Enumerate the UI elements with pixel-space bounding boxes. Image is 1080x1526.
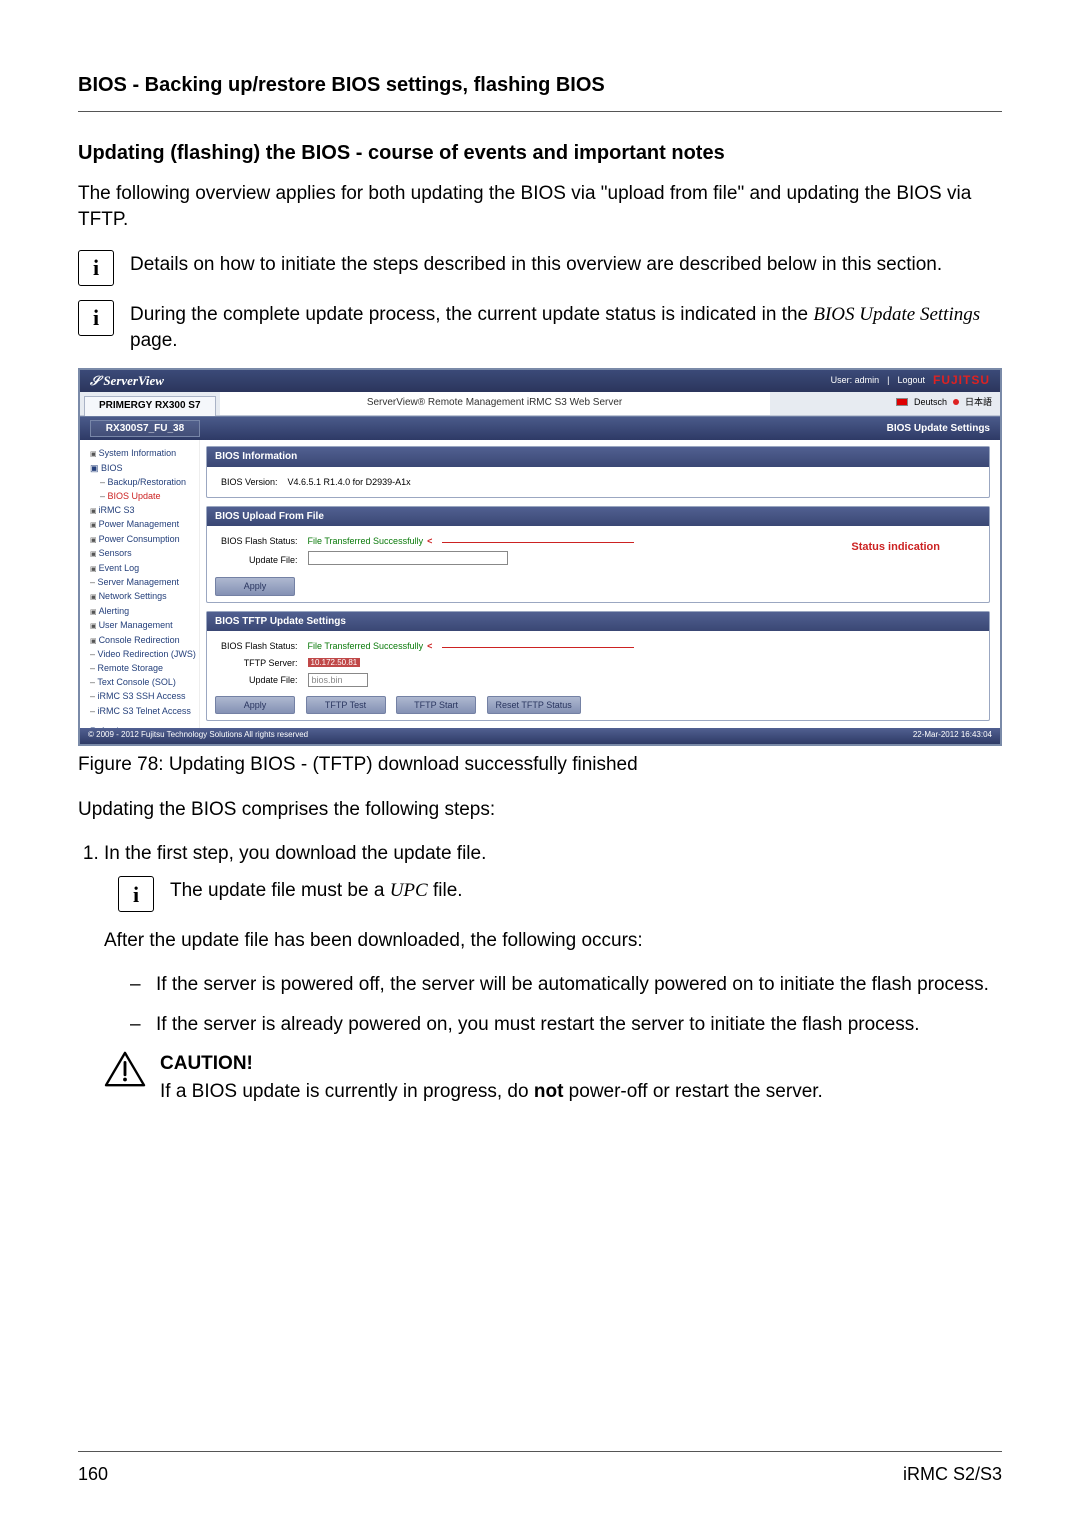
nav-telnet[interactable]: iRMC S3 Telnet Access <box>84 704 195 718</box>
nav-irmc[interactable]: iRMC S3 <box>84 503 195 517</box>
tftp-start-button[interactable]: TFTP Start <box>396 696 476 714</box>
lang-jp[interactable]: 日本語 <box>965 396 992 408</box>
bios-version-value: V4.6.5.1 R1.4.0 for D2939-A1x <box>284 475 415 489</box>
steps-intro: Updating the BIOS comprises the followin… <box>78 797 1002 823</box>
nav-txt-console[interactable]: Text Console (SOL) <box>84 675 195 689</box>
tftp-flash-status-value: File Transferred Successfully <box>308 641 424 651</box>
bios-version-label: BIOS Version: <box>217 475 282 489</box>
info-icon <box>78 300 114 336</box>
nav-video[interactable]: Video Redirection (JWS) <box>84 647 195 661</box>
arrow-annotation: < <box>423 536 432 546</box>
page-number: 160 <box>78 1462 108 1486</box>
doc-title-footer: iRMC S2/S3 <box>903 1462 1002 1486</box>
panel-tftp: BIOS TFTP Update Settings BIOS Flash Sta… <box>206 611 990 722</box>
sv-user-label: User: admin <box>831 374 880 386</box>
intro-paragraph: The following overview applies for both … <box>78 181 1002 232</box>
nav-bios[interactable]: ▣ BIOS <box>84 461 195 475</box>
crumb-page: BIOS Update Settings <box>887 422 990 436</box>
nav-console[interactable]: Console Redirection <box>84 633 195 647</box>
caution-icon <box>104 1051 146 1089</box>
nav-evt-log[interactable]: Event Log <box>84 561 195 575</box>
caution-text: If a BIOS update is currently in progres… <box>160 1079 823 1105</box>
sv-logout-link[interactable]: Logout <box>897 374 925 386</box>
tftp-server-value[interactable]: 10.172.50.81 <box>308 658 361 667</box>
section-heading: Updating (flashing) the BIOS - course of… <box>78 140 1002 167</box>
info-icon <box>118 876 154 912</box>
info-text-2: During the complete update process, the … <box>130 300 1002 353</box>
status-indication-label: Status indication <box>851 540 940 555</box>
nav-bios-update[interactable]: BIOS Update <box>84 489 195 503</box>
nav-alerting[interactable]: Alerting <box>84 604 195 618</box>
sv-subheader: ServerView® Remote Management iRMC S3 We… <box>220 392 770 415</box>
tftp-file-label: Update File: <box>217 672 302 688</box>
figure-caption: Figure 78: Updating BIOS - (TFTP) downlo… <box>78 752 1002 778</box>
lang-deutsch[interactable]: Deutsch <box>914 396 947 408</box>
step1-after: After the update file has been downloade… <box>104 928 1002 954</box>
step1-info: The update file must be a UPC file. <box>170 876 463 904</box>
flash-status-label: BIOS Flash Status: <box>217 534 302 548</box>
tftp-file-input[interactable]: bios.bin <box>308 673 368 687</box>
tftp-reset-button[interactable]: Reset TFTP Status <box>487 696 581 714</box>
sv-tab[interactable]: PRIMERGY RX300 S7 <box>84 396 216 416</box>
flag-icon[interactable] <box>896 398 908 406</box>
screenshot-figure: 𝒮 ServerView User: admin | Logout FUJITS… <box>78 368 1002 746</box>
nav-srv-mgmt[interactable]: Server Management <box>84 575 195 589</box>
caution-heading: CAUTION! <box>160 1051 823 1077</box>
info-icon <box>78 250 114 286</box>
crumb-host: RX300S7_FU_38 <box>90 420 200 438</box>
sv-footer-right: 22-Mar-2012 16:43:04 <box>913 730 992 741</box>
flash-status-value: File Transferred Successfully <box>308 536 424 546</box>
info-text-2a: During the complete update process, the … <box>130 304 813 325</box>
step-1: In the first step, you download the upda… <box>104 841 1002 867</box>
tftp-flash-status-label: BIOS Flash Status: <box>217 639 302 653</box>
apply-button[interactable]: Apply <box>215 577 295 595</box>
nav-sys-info[interactable]: System Information <box>84 446 195 460</box>
nav-sensors[interactable]: Sensors <box>84 546 195 560</box>
dash-2: If the server is already powered on, you… <box>130 1012 1002 1038</box>
sv-footer-left: © 2009 - 2012 Fujitsu Technology Solutio… <box>88 730 308 741</box>
nav-user-mgmt[interactable]: User Management <box>84 618 195 632</box>
fujitsu-logo: FUJITSU <box>933 372 990 388</box>
panel-upload-header: BIOS Upload From File <box>207 507 989 527</box>
arrow-annotation: < <box>423 641 432 651</box>
nav-storage[interactable]: Remote Storage <box>84 661 195 675</box>
tftp-test-button[interactable]: TFTP Test <box>306 696 386 714</box>
sv-brand-text: ServerView <box>103 373 164 388</box>
dash-1: If the server is powered off, the server… <box>130 972 1002 998</box>
panel-bios-info-header: BIOS Information <box>207 447 989 467</box>
tftp-apply-button[interactable]: Apply <box>215 696 295 714</box>
nav-net[interactable]: Network Settings <box>84 589 195 603</box>
panel-tftp-header: BIOS TFTP Update Settings <box>207 612 989 632</box>
nav-backup[interactable]: Backup/Restoration <box>84 475 195 489</box>
nav-ssh[interactable]: iRMC S3 SSH Access <box>84 689 195 703</box>
update-file-input[interactable] <box>308 551 508 565</box>
nav-pwr-cons[interactable]: Power Consumption <box>84 532 195 546</box>
page-header: BIOS - Backing up/restore BIOS settings,… <box>78 72 1002 99</box>
update-file-label: Update File: <box>217 550 302 569</box>
dot-icon[interactable] <box>953 399 959 405</box>
panel-bios-info: BIOS Information BIOS Version: V4.6.5.1 … <box>206 446 990 498</box>
nav-pwr-mgmt[interactable]: Power Management <box>84 517 195 531</box>
sv-brand: 𝒮 ServerView <box>90 372 164 390</box>
info-text-2b: page. <box>130 330 178 351</box>
tftp-server-label: TFTP Server: <box>217 655 302 670</box>
info-text-2-em: BIOS Update Settings <box>813 304 980 325</box>
sv-nav: System Information ▣ BIOS Backup/Restora… <box>80 440 200 728</box>
info-text-1: Details on how to initiate the steps des… <box>130 250 942 278</box>
